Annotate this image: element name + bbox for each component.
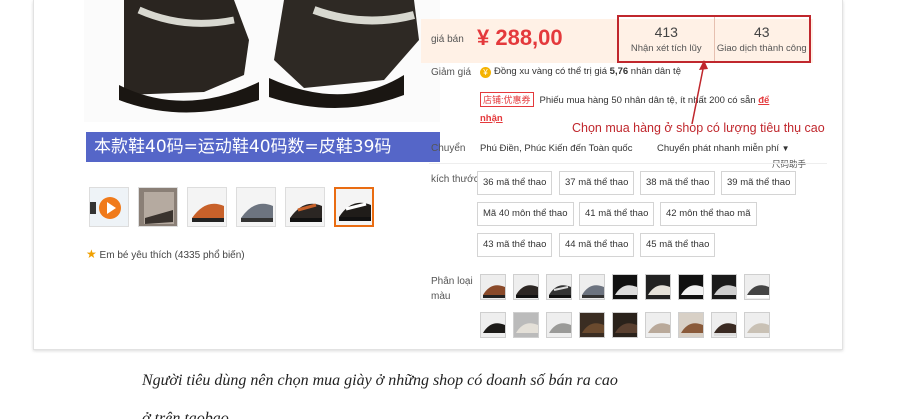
color-swatch[interactable] bbox=[546, 312, 572, 338]
annotation-arrow bbox=[691, 60, 708, 125]
favorite-text: Em bé yêu thích (4335 phổ biến) bbox=[99, 250, 245, 261]
size-option[interactable]: Mã 40 môn thể thao bbox=[477, 202, 574, 226]
transactions-stat: 43 Giao dịch thành công bbox=[713, 17, 810, 61]
size-option[interactable]: 37 mã thể thao bbox=[559, 171, 635, 195]
size-option[interactable]: 36 mã thể thao bbox=[477, 171, 553, 195]
article-caption-cont: ở trên taobao bbox=[142, 410, 229, 419]
reviews-stat[interactable]: 413 Nhận xét tích lũy bbox=[619, 17, 714, 61]
product-thumbnail[interactable] bbox=[187, 187, 227, 227]
product-thumbnail[interactable] bbox=[285, 187, 325, 227]
divider bbox=[429, 163, 827, 164]
transactions-caption: Giao dịch thành công bbox=[716, 43, 807, 54]
coupon-claim-link[interactable]: để bbox=[758, 95, 769, 106]
color-swatch[interactable] bbox=[711, 274, 737, 300]
video-thumbnail[interactable] bbox=[89, 187, 129, 227]
size-option[interactable]: 39 mã thể thao bbox=[721, 171, 797, 195]
shop-coupon-tag: 店铺:优惠券 bbox=[480, 92, 534, 107]
shipping-method-dropdown[interactable]: Chuyển phát nhanh miễn phí ▼ bbox=[657, 143, 790, 154]
coupon-offer: 店铺:优惠券 Phiếu mua hàng 50 nhân dân tệ, ít … bbox=[480, 92, 769, 107]
product-thumbnail[interactable] bbox=[138, 187, 178, 227]
color-swatch[interactable] bbox=[579, 274, 605, 300]
annotation-text: Chọn mua hàng ở shop có lượng tiêu thụ c… bbox=[572, 121, 825, 135]
shoe-photo bbox=[84, 0, 440, 122]
size-info-banner: 本款鞋40码=运动鞋40码数=皮鞋39码 bbox=[86, 132, 440, 162]
shipping-route: Phú Điền, Phúc Kiến đến Toàn quốc bbox=[480, 143, 633, 154]
size-option[interactable]: 45 mã thể thao bbox=[640, 233, 716, 257]
thumbnail-strip[interactable] bbox=[89, 187, 374, 227]
discount-label: Giảm giá bbox=[431, 67, 472, 78]
caret-down-icon[interactable]: ▼ bbox=[782, 144, 790, 153]
product-thumbnail-selected[interactable] bbox=[334, 187, 374, 227]
size-helper-link[interactable]: 尺码助手 bbox=[772, 158, 806, 170]
variant-label: Phân loại bbox=[431, 276, 473, 287]
play-icon[interactable] bbox=[90, 188, 129, 227]
transactions-count: 43 bbox=[753, 24, 770, 40]
size-label: kích thước bbox=[431, 174, 479, 185]
color-swatch[interactable] bbox=[513, 312, 539, 338]
coin-offer: ¥ Đồng xu vàng có thể trị giá 5,76 nhân d… bbox=[480, 66, 681, 78]
size-option[interactable]: 42 môn thể thao mã bbox=[660, 202, 757, 226]
color-swatch[interactable] bbox=[480, 274, 506, 300]
color-swatch[interactable] bbox=[579, 312, 605, 338]
color-swatch[interactable] bbox=[678, 274, 704, 300]
size-option[interactable]: 44 mã thể thao bbox=[559, 233, 635, 257]
color-swatch[interactable] bbox=[678, 312, 704, 338]
article-caption: Người tiêu dùng nên chọn mua giày ở nhữn… bbox=[142, 372, 618, 389]
price-value: ¥ 288,00 bbox=[477, 25, 563, 50]
color-swatch[interactable] bbox=[612, 312, 638, 338]
star-icon[interactable]: ★ bbox=[86, 247, 97, 261]
color-swatch[interactable] bbox=[744, 312, 770, 338]
size-option[interactable]: 43 mã thể thao bbox=[477, 233, 553, 257]
color-swatch[interactable] bbox=[612, 274, 638, 300]
color-swatch[interactable] bbox=[645, 274, 671, 300]
reviews-caption: Nhận xét tích lũy bbox=[630, 43, 702, 54]
sales-stats-box: 413 Nhận xét tích lũy 43 Giao dịch thành… bbox=[617, 15, 811, 63]
color-swatch[interactable] bbox=[546, 274, 572, 300]
coin-icon: ¥ bbox=[480, 67, 491, 78]
size-option[interactable]: 38 mã thể thao bbox=[640, 171, 716, 195]
favorite-count[interactable]: ★ Em bé yêu thích (4335 phổ biến) bbox=[86, 247, 245, 261]
color-swatch[interactable] bbox=[744, 274, 770, 300]
shipping-label: Chuyển bbox=[431, 143, 466, 154]
color-swatch[interactable] bbox=[513, 274, 539, 300]
color-swatch[interactable] bbox=[645, 312, 671, 338]
color-swatch[interactable] bbox=[480, 312, 506, 338]
product-page-screenshot: 本款鞋40码=运动鞋40码数=皮鞋39码 ★ Em bé yêu thích (… bbox=[33, 0, 843, 350]
color-swatch[interactable] bbox=[711, 312, 737, 338]
product-thumbnail[interactable] bbox=[236, 187, 276, 227]
variant-label-cont: màu bbox=[431, 291, 451, 302]
reviews-count: 413 bbox=[654, 24, 678, 40]
product-main-image bbox=[84, 0, 440, 122]
price-label: giá bán bbox=[431, 34, 464, 45]
coupon-claim-link-cont[interactable]: nhận bbox=[480, 113, 503, 124]
size-option[interactable]: 41 mã thể thao bbox=[579, 202, 655, 226]
